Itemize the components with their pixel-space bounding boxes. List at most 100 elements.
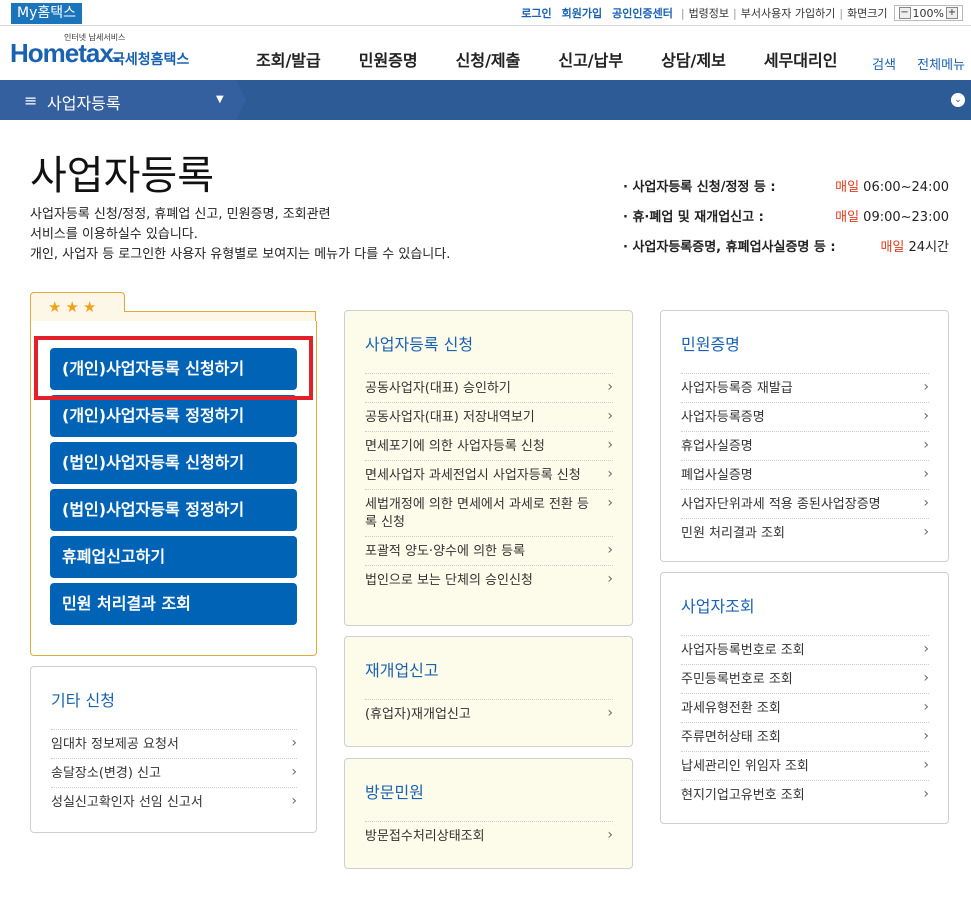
nav-item-inquiry[interactable]: 조회/발급 [256,47,321,71]
signup-link[interactable]: 회원가입 [562,5,602,21]
logo-sub-text: 국세청홈택스 [112,52,190,68]
nav-item-application[interactable]: 신청/제출 [456,47,521,71]
card-list: 사업자등록번호로 조회 › 주민등록번호로 조회 › 과세유형전환 조회 › 주류면허… [681,635,929,809]
list-item[interactable]: 휴업사실증명 › [681,431,929,460]
hours-value: 매일 09:00~23:00 [835,210,949,225]
chevron-right-icon: › [923,437,929,453]
individual-register-correct-button[interactable]: (개인)사업자등록 정정하기 [50,395,297,437]
list-item[interactable]: 면세포기에 의한 사업자등록 신청 › [365,431,613,460]
hours-row: · 사업자등록 신청/정정 등 : 매일 06:00~24:00 [623,176,949,195]
hours-row: · 휴·폐업 및 재개업신고 : 매일 09:00~23:00 [623,206,949,225]
list-item[interactable]: 사업자등록증명 › [681,402,929,431]
list-item[interactable]: 방문접수처리상태조회 › [365,821,613,850]
chevron-right-icon: › [923,524,929,540]
chevron-right-icon: › [923,466,929,482]
chevron-right-icon: › [291,793,297,809]
nav-item-civil-cert[interactable]: 민원증명 [359,47,418,71]
list-item[interactable]: 임대차 정보제공 요청서 › [51,729,297,758]
chevron-right-icon: › [923,786,929,802]
page-description: 사업자등록 신청/정정, 휴폐업 신고, 민원증명, 조회관련 서비스를 이용하… [30,205,450,265]
breadcrumb-label: 사업자등록 [47,94,121,113]
card-title: 사업자조회 [681,597,755,616]
cert-center-link[interactable]: 공인인증센터 [612,5,673,21]
my-hometax-button[interactable]: My홈택스 [11,3,83,24]
etc-application-card: 기타 신청 임대차 정보제공 요청서 › 송달장소(변경) 신고 › 성실신고확인자… [30,666,317,833]
corporate-register-apply-button[interactable]: (법인)사업자등록 신청하기 [50,442,297,484]
list-item[interactable]: 공동사업자(대표) 승인하기 › [365,373,613,402]
header-right-links: 검색 전체메뉴 [855,54,965,73]
list-item[interactable]: 법인으로 보는 단체의 승인신청 › [365,565,613,594]
visit-card: 방문민원 방문접수처리상태조회 › [344,758,633,869]
utility-links: 로그인 회원가입 공인인증센터 | 법령정보 | 부서사용자 가입하기 | 화면… [521,5,963,21]
zoom-out-button[interactable]: − [898,7,911,19]
card-title: 재개업신고 [365,661,439,680]
reopen-card: 재개업신고 (휴업자)재개업신고 › [344,636,633,747]
service-hours: · 사업자등록 신청/정정 등 : 매일 06:00~24:00 · 휴·폐업 … [623,176,949,266]
dept-user-signup-link[interactable]: 부서사용자 가입하기 [741,5,836,21]
hometax-logo[interactable]: 인터넷 납세서비스 Hometax. 국세청홈택스 [8,32,193,76]
list-item[interactable]: 주민등록번호로 조회 › [681,664,929,693]
chevron-right-icon: › [291,764,297,780]
chevron-right-icon: › [607,466,613,482]
breadcrumb-arrow [236,80,246,120]
list-item[interactable]: 면세사업자 과세전업시 사업자등록 신청 › [365,460,613,489]
civil-result-lookup-button[interactable]: 민원 처리결과 조회 [50,583,297,625]
description-line: 서비스를 이용하실수 있습니다. [30,227,198,242]
list-item[interactable]: 사업자등록번호로 조회 › [681,635,929,664]
main-navigation: 조회/발급 민원증명 신청/제출 신고/납부 상담/제보 세무대리인 [256,47,875,71]
business-lookup-card: 사업자조회 사업자등록번호로 조회 › 주민등록번호로 조회 › 과세유형전환 조회… [660,572,949,824]
list-item[interactable]: 민원 처리결과 조회 › [681,518,929,547]
card-list: 공동사업자(대표) 승인하기 › 공동사업자(대표) 저장내역보기 › 면세포기에 … [365,373,613,594]
chevron-down-icon[interactable]: ⌄ [951,93,965,107]
chevron-right-icon: › [607,705,613,721]
list-item[interactable]: (휴업자)재개업신고 › [365,699,613,728]
zoom-level: 100% [912,6,944,20]
top-utility-bar: My홈택스 로그인 회원가입 공인인증센터 | 법령정보 | 부서사용자 가입하… [0,0,971,26]
nav-item-consult[interactable]: 상담/제보 [661,47,726,71]
list-item[interactable]: 과세유형전환 조회 › [681,693,929,722]
list-item[interactable]: 성실신고확인자 선임 신고서 › [51,787,297,816]
divider: | [839,6,844,20]
favorites-tab: ★★★ [30,292,125,322]
description-line: 사업자등록 신청/정정, 휴폐업 신고, 민원증명, 조회관련 [30,207,331,222]
zoom-in-button[interactable]: + [946,7,958,19]
list-item[interactable]: 납세관리인 위임자 조회 › [681,751,929,780]
list-item[interactable]: 사업자등록증 재발급 › [681,373,929,402]
card-title: 사업자등록 신청 [365,335,474,354]
chevron-right-icon: › [923,495,929,511]
card-list: (휴업자)재개업신고 › [365,699,613,728]
list-item[interactable]: 공동사업자(대표) 저장내역보기 › [365,402,613,431]
chevron-right-icon: › [923,641,929,657]
search-link[interactable]: 검색 [872,58,896,73]
law-info-link[interactable]: 법령정보 [689,5,729,21]
list-item[interactable]: 주류면허상태 조회 › [681,722,929,751]
list-item[interactable]: 폐업사실증명 › [681,460,929,489]
chevron-right-icon: › [607,408,613,424]
list-item[interactable]: 포괄적 양도·양수에 의한 등록 › [365,536,613,565]
breadcrumb-dropdown[interactable]: ≡ 사업자등록 ▼ [0,80,236,120]
chevron-right-icon: › [607,571,613,587]
list-item[interactable]: 세법개정에 의한 면세에서 과세로 전환 등록 신청 › [365,489,613,536]
registration-card: 사업자등록 신청 공동사업자(대표) 승인하기 › 공동사업자(대표) 저장내역보… [344,310,633,626]
card-list: 임대차 정보제공 요청서 › 송달장소(변경) 신고 › 성실신고확인자 선임 신고… [51,729,297,816]
all-menu-link[interactable]: 전체메뉴 [917,58,965,73]
logo-main-text: Hometax. [10,38,120,68]
chevron-right-icon: › [923,728,929,744]
chevron-right-icon: › [607,542,613,558]
list-item[interactable]: 현지기업고유번호 조회 › [681,780,929,809]
divider: | [680,6,685,20]
nav-item-tax-agent[interactable]: 세무대리인 [764,47,838,71]
list-item[interactable]: 사업자단위과세 적용 종된사업장증명 › [681,489,929,518]
civil-cert-card: 민원증명 사업자등록증 재발급 › 사업자등록증명 › 휴업사실증명 › 폐업사실증명… [660,310,949,562]
chevron-right-icon: › [923,379,929,395]
corporate-register-correct-button[interactable]: (법인)사업자등록 정정하기 [50,489,297,531]
nav-item-report-pay[interactable]: 신고/납부 [558,47,623,71]
chevron-right-icon: › [607,437,613,453]
chevron-right-icon: › [607,379,613,395]
list-item[interactable]: 송달장소(변경) 신고 › [51,758,297,787]
closure-report-button[interactable]: 휴폐업신고하기 [50,536,297,578]
chevron-right-icon: › [923,408,929,424]
divider: | [733,6,737,20]
star-icon: ★★★ [48,298,101,316]
login-link[interactable]: 로그인 [521,5,551,21]
